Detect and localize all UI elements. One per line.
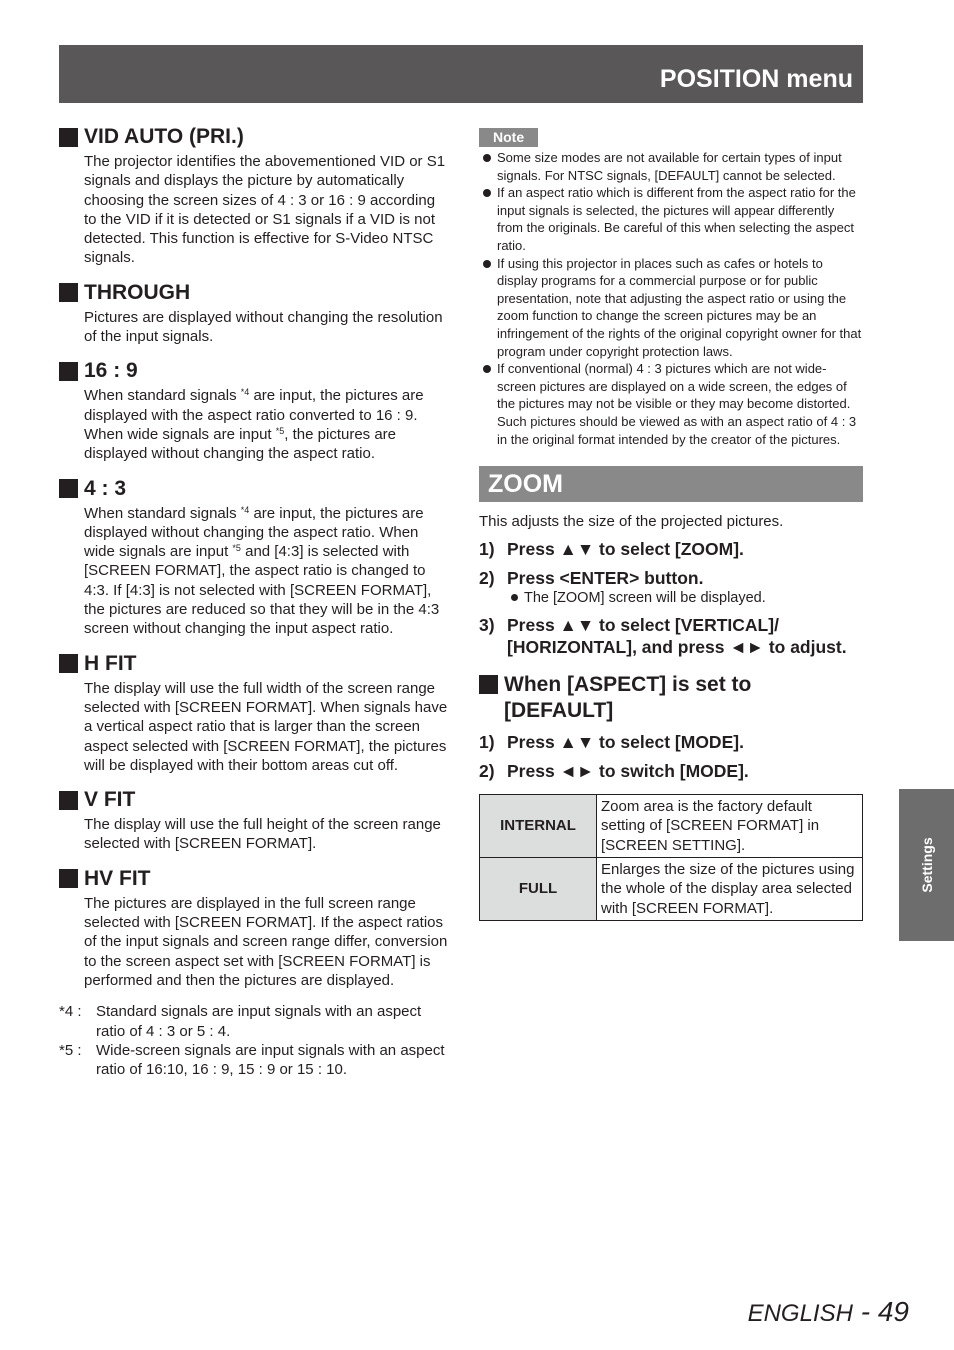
section-heading-v-fit: V FIT: [59, 787, 449, 813]
square-bullet-icon: [59, 790, 78, 810]
note-label: Note: [479, 128, 539, 147]
square-bullet-icon: [59, 283, 78, 303]
zoom-title: ZOOM: [488, 470, 563, 499]
section-text-16-9: When standard signals *4 are input, the …: [84, 387, 424, 463]
square-bullet-icon: [59, 869, 78, 889]
side-tab-settings: Settings: [899, 789, 954, 941]
note-list: Some size modes are not available for ce…: [479, 149, 863, 448]
step: 3) Press ▲▼ to select [VERTICAL]/ [HORIZO…: [479, 615, 847, 658]
square-bullet-icon: [59, 479, 78, 499]
footnote: *5 : Wide-screen signals are input signal…: [59, 1041, 445, 1079]
note-item: Some size modes are not available for ce…: [479, 149, 863, 184]
page-header: POSITION menu: [59, 45, 863, 103]
section-text-hv-fit: The pictures are displayed in the full s…: [84, 894, 448, 989]
section-heading-h-fit: H FIT: [59, 651, 449, 677]
section-text-v-fit: The display will use the full height of …: [84, 816, 441, 853]
bullet-icon: [483, 259, 491, 268]
square-bullet-icon: [59, 361, 78, 381]
default-section-heading: When [ASPECT] is set to [DEFAULT]: [479, 672, 863, 724]
bullet-icon: [483, 154, 491, 162]
square-bullet-icon: [479, 675, 498, 695]
section-heading-16-9: 16 : 9: [59, 358, 449, 384]
mode-key: INTERNAL: [479, 794, 597, 858]
square-bullet-icon: [59, 127, 78, 147]
section-text-vid-auto: The projector identifies the abovementio…: [84, 153, 446, 267]
mode-table: INTERNAL Zoom area is the factory defaul…: [479, 794, 863, 921]
note-item: If using this projector in places such a…: [479, 255, 863, 361]
step: 1) Press ▲▼ to select [MODE].: [479, 732, 744, 753]
mode-key: FULL: [479, 856, 597, 921]
header-title: POSITION menu: [659, 65, 853, 93]
mode-description: Enlarges the size of the pictures using …: [596, 856, 863, 921]
side-tab-label: Settings: [918, 837, 935, 893]
note-item: If an aspect ratio which is different fr…: [479, 184, 863, 254]
bullet-icon: [511, 594, 518, 602]
step: 1) Press ▲▼ to select [ZOOM].: [479, 539, 744, 560]
footnotes: *4 : Standard signals are input signals w…: [59, 1002, 449, 1079]
section-text-4-3: When standard signals *4 are input, the …: [84, 504, 440, 638]
footnote: *4 : Standard signals are input signals w…: [59, 1003, 422, 1040]
table-row: FULL Enlarges the size of the pictures u…: [479, 856, 863, 921]
section-text-through: Pictures are displayed without changing …: [84, 308, 443, 346]
step-substep: The [ZOOM] screen will be displayed.: [479, 589, 863, 607]
page-number: ENGLISH - 49: [747, 1296, 909, 1327]
bullet-icon: [483, 189, 491, 198]
section-heading-hv-fit: HV FIT: [59, 866, 449, 892]
left-column: VID AUTO (PRI.) The projector identifies…: [59, 124, 449, 1079]
section-heading-vid-auto: VID AUTO (PRI.): [59, 124, 449, 150]
section-text-h-fit: The display will use the full width of t…: [84, 679, 448, 774]
right-column: Note Some size modes are not available f…: [479, 128, 863, 921]
square-bullet-icon: [59, 654, 78, 674]
section-heading-through: THROUGH: [59, 280, 449, 306]
table-row: INTERNAL Zoom area is the factory defaul…: [479, 794, 863, 858]
bullet-icon: [483, 365, 491, 374]
step: 2) Press ◄► to switch [MODE].: [479, 761, 749, 782]
zoom-section-header: ZOOM: [479, 466, 863, 503]
mode-description: Zoom area is the factory default setting…: [596, 794, 863, 858]
note-item: If conventional (normal) 4 : 3 pictures …: [479, 360, 863, 448]
step: 2) Press <ENTER> button.: [479, 568, 704, 589]
section-heading-4-3: 4 : 3: [59, 476, 449, 502]
zoom-intro: This adjusts the size of the projected p…: [479, 513, 784, 531]
